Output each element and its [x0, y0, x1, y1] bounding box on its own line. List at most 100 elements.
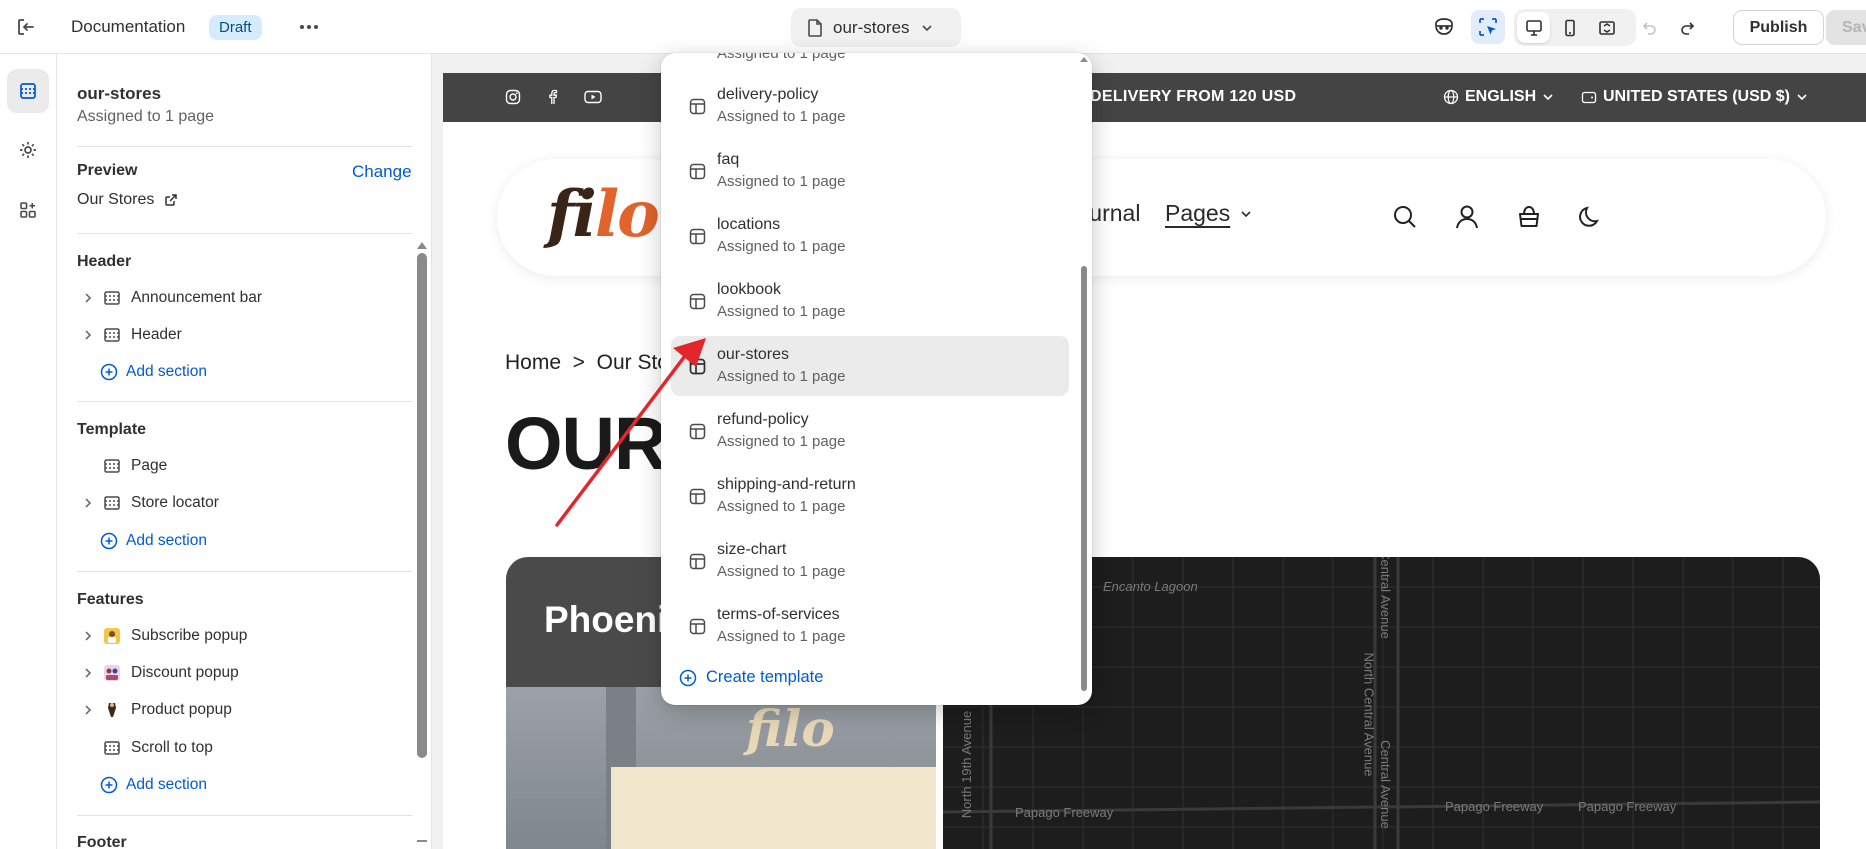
save-button[interactable]: Save — [1826, 10, 1866, 45]
map-label: Papago Freeway — [1578, 799, 1677, 814]
template-option-sub: Assigned to 1 page — [717, 238, 846, 255]
plus-circle-icon — [100, 363, 118, 381]
theme-preview[interactable]: DELIVERY FROM 120 USD ENGLISH UNITED STA… — [443, 73, 1866, 849]
add-section-header[interactable]: Add section — [100, 357, 207, 387]
scroll-up-icon[interactable] — [416, 240, 428, 250]
template-picker[interactable]: our-stores — [791, 8, 961, 47]
sections-tab[interactable] — [7, 69, 49, 113]
template-option-name: locations — [717, 216, 781, 233]
section-layout-icon — [99, 457, 125, 475]
section-layout-icon — [99, 289, 125, 307]
language-label: ENGLISH — [1465, 88, 1537, 105]
exit-button[interactable] — [9, 10, 43, 44]
template-option[interactable]: lookbook Assigned to 1 page — [671, 271, 1069, 331]
language-selector[interactable]: ENGLISH — [1443, 88, 1554, 106]
currency-selector[interactable]: UNITED STATES (USD $) — [1581, 88, 1808, 106]
section-layout-icon — [99, 739, 125, 757]
history-group — [1633, 9, 1712, 46]
preview-page-link[interactable]: Our Stores — [77, 191, 178, 209]
more-actions-button[interactable] — [292, 10, 326, 44]
template-option-selected[interactable]: our-stores Assigned to 1 page — [671, 336, 1069, 396]
create-template-button[interactable]: Create template — [679, 668, 823, 687]
section-layout-icon — [99, 326, 125, 344]
facebook-icon[interactable] — [545, 89, 561, 105]
mask-icon — [1435, 18, 1453, 35]
template-option[interactable]: size-chart Assigned to 1 page — [671, 531, 1069, 591]
dropdown-scroll-up-icon[interactable] — [1079, 55, 1089, 63]
inspector-button[interactable] — [1427, 10, 1461, 44]
footer-group-title: Footer — [77, 834, 127, 849]
sidebar-scrollbar[interactable] — [417, 253, 427, 758]
template-option-sub: Assigned to 1 page — [717, 628, 846, 645]
youtube-icon[interactable] — [584, 89, 602, 105]
template-option[interactable]: delivery-policy Assigned to 1 page — [671, 76, 1069, 136]
divider — [77, 233, 412, 234]
template-option-name: size-chart — [717, 541, 787, 558]
theme-settings-tab[interactable] — [7, 128, 49, 172]
template-option[interactable]: refund-policy Assigned to 1 page — [671, 401, 1069, 461]
publish-button[interactable]: Publish — [1733, 10, 1824, 45]
expand-icon — [1598, 20, 1615, 35]
divider — [77, 401, 412, 402]
template-icon — [689, 163, 706, 180]
template-option-sub: Assigned to 1 page — [717, 433, 846, 450]
apps-tab[interactable] — [7, 188, 49, 232]
plus-circle-icon — [679, 669, 697, 686]
chevron-right-icon[interactable] — [77, 292, 99, 304]
dropdown-scrollbar[interactable] — [1081, 266, 1087, 691]
undo-button[interactable] — [1633, 12, 1666, 43]
template-option-name: terms-of-services — [717, 606, 840, 623]
chevron-right-icon[interactable] — [77, 329, 99, 341]
template-name: our-stores — [77, 84, 162, 103]
section-discount-popup[interactable]: Discount popup — [77, 658, 407, 688]
template-option[interactable]: shipping-and-return Assigned to 1 page — [671, 466, 1069, 526]
template-option[interactable]: faq Assigned to 1 page — [671, 141, 1069, 201]
section-header[interactable]: Header — [77, 320, 407, 350]
chevron-right-icon[interactable] — [77, 704, 99, 716]
chevron-right-icon[interactable] — [77, 667, 99, 679]
map-label: Papago Freeway — [1445, 799, 1544, 814]
template-icon — [689, 618, 706, 635]
sections-sidebar: our-stores Assigned to 1 page Preview Ch… — [57, 54, 432, 849]
add-section-features[interactable]: Add section — [100, 770, 207, 800]
map-label: North 19th Avenue — [959, 710, 975, 819]
chevron-right-icon[interactable] — [77, 497, 99, 509]
template-option[interactable]: terms-of-services Assigned to 1 page — [671, 596, 1069, 656]
section-page[interactable]: Page — [77, 451, 407, 481]
section-label: Announcement bar — [131, 289, 262, 306]
fullscreen-view-button[interactable] — [1590, 12, 1623, 43]
scroll-down-icon[interactable] — [416, 840, 428, 849]
search-icon[interactable] — [1392, 204, 1418, 230]
account-icon[interactable] — [1454, 204, 1480, 230]
template-option-sub: Assigned to 1 page — [717, 173, 846, 190]
change-preview-link[interactable]: Change — [352, 162, 412, 182]
nav-pages[interactable]: Pages — [1165, 200, 1252, 227]
add-section-template[interactable]: Add section — [100, 526, 207, 556]
section-announcement-bar[interactable]: Announcement bar — [77, 283, 407, 313]
app-thumbnail-icon — [99, 627, 125, 645]
redo-button[interactable] — [1670, 12, 1703, 43]
store-logo[interactable]: filo — [547, 177, 660, 252]
cart-icon[interactable] — [1516, 204, 1542, 230]
wallet-icon — [1581, 91, 1597, 104]
add-section-label: Add section — [126, 776, 207, 793]
section-product-popup[interactable]: Product popup — [77, 695, 407, 725]
section-subscribe-popup[interactable]: Subscribe popup — [77, 621, 407, 651]
features-group-title: Features — [77, 591, 144, 608]
cursor-select-icon — [1479, 18, 1497, 36]
instagram-icon[interactable] — [505, 89, 521, 105]
add-section-label: Add section — [126, 532, 207, 549]
section-scroll-to-top[interactable]: Scroll to top — [77, 733, 407, 763]
mobile-view-button[interactable] — [1553, 12, 1586, 43]
template-option-name: lookbook — [717, 281, 782, 298]
left-rail — [0, 54, 57, 849]
dark-mode-icon[interactable] — [1577, 204, 1603, 230]
page-icon — [808, 18, 822, 37]
template-option[interactable]: locations Assigned to 1 page — [671, 206, 1069, 266]
chevron-right-icon[interactable] — [77, 630, 99, 642]
desktop-view-button[interactable] — [1517, 12, 1550, 43]
section-store-locator[interactable]: Store locator — [77, 488, 407, 518]
select-tool-button[interactable] — [1471, 10, 1505, 44]
divider — [77, 146, 412, 147]
redo-icon — [1680, 21, 1694, 35]
